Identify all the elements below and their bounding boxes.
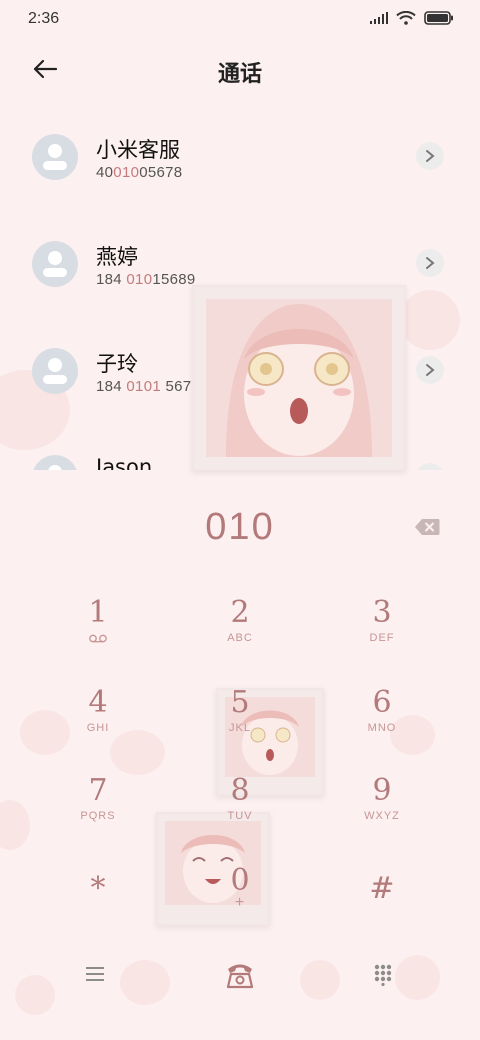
key-letters: DEF xyxy=(369,632,395,644)
key-digit: 1 xyxy=(88,595,108,630)
key-4[interactable]: 4 GHI xyxy=(38,686,158,766)
avatar xyxy=(32,241,78,287)
wifi-icon xyxy=(396,11,416,25)
key-6[interactable]: 6 MNO xyxy=(322,686,442,766)
background-peach-decoration xyxy=(0,800,30,850)
matched-digits: 010 xyxy=(113,164,140,181)
key-letters: MNO xyxy=(367,722,397,734)
phone-icon[interactable] xyxy=(224,958,256,990)
contact-detail-button[interactable] xyxy=(416,249,444,277)
contact-name: Jason xyxy=(96,455,153,470)
matched-digits: 010 xyxy=(126,271,153,288)
key-3[interactable]: 3 DEF xyxy=(322,596,442,676)
key-digit: # xyxy=(369,871,395,906)
contact-detail-button[interactable] xyxy=(416,356,444,384)
key-8[interactable]: 8 TUV xyxy=(180,774,300,854)
chevron-right-icon xyxy=(426,257,435,269)
avatar xyxy=(32,348,78,394)
key-digit: 4 xyxy=(88,685,108,720)
key-letters: JKL xyxy=(229,722,251,734)
key-1[interactable]: 1 xyxy=(38,596,158,676)
dialed-number: 010 xyxy=(205,506,275,548)
anime-girl-illustration xyxy=(206,299,392,457)
matched-digits: 0101 xyxy=(126,378,161,395)
contact-row[interactable]: 小米客服 4001005678 xyxy=(0,110,480,206)
page-title: 通话 xyxy=(217,62,262,87)
contact-number: 4001005678 xyxy=(96,164,183,181)
contact-detail-button[interactable] xyxy=(416,463,444,470)
key-digit: 3 xyxy=(372,595,392,630)
key-digit: 0 xyxy=(230,863,250,898)
voicemail-icon xyxy=(89,634,107,643)
status-bar: 2:36 xyxy=(0,0,480,38)
key-7[interactable]: 7 PQRS xyxy=(38,774,158,854)
menu-icon[interactable] xyxy=(86,966,104,982)
chevron-right-icon xyxy=(426,364,435,376)
contact-name: 燕婷 xyxy=(96,245,138,269)
bottom-bar xyxy=(0,950,480,1000)
key-digit: 6 xyxy=(372,685,392,720)
contact-name: 小米客服 xyxy=(96,138,180,162)
contact-number: 184 0101 5678 xyxy=(96,378,201,395)
key-hash[interactable]: # xyxy=(322,872,442,952)
key-letters: + xyxy=(234,894,246,911)
status-time: 2:36 xyxy=(28,10,60,27)
key-0[interactable]: 0 + xyxy=(180,864,300,944)
contact-number: 184 01015689 xyxy=(96,271,196,288)
battery-icon xyxy=(424,11,453,25)
decorative-photo-sticker xyxy=(192,285,406,471)
key-digit: 5 xyxy=(230,685,250,720)
key-letters: GHI xyxy=(86,722,110,734)
contact-name: 子玲 xyxy=(96,352,138,376)
key-digit: * xyxy=(90,871,106,906)
signal-icon xyxy=(370,12,388,24)
key-9[interactable]: 9 WXYZ xyxy=(322,774,442,854)
key-letters: WXYZ xyxy=(364,810,400,822)
header: 通话 xyxy=(0,52,480,88)
keypad-icon[interactable] xyxy=(374,964,392,986)
key-letters: PQRS xyxy=(80,810,116,822)
key-letters: ABC xyxy=(227,632,253,644)
key-5[interactable]: 5 JKL xyxy=(180,686,300,766)
key-digit: 7 xyxy=(88,773,108,808)
backspace-icon[interactable] xyxy=(414,518,440,536)
key-digit: 8 xyxy=(230,773,250,808)
key-2[interactable]: 2 ABC xyxy=(180,596,300,676)
key-letters: TUV xyxy=(227,810,253,822)
key-digit: 9 xyxy=(372,773,392,808)
contact-detail-button[interactable] xyxy=(416,142,444,170)
avatar xyxy=(32,134,78,180)
chevron-right-icon xyxy=(426,150,435,162)
key-star[interactable]: * xyxy=(38,872,158,952)
dial-display: 010 xyxy=(0,500,480,560)
key-digit: 2 xyxy=(230,595,250,630)
avatar xyxy=(32,455,78,470)
